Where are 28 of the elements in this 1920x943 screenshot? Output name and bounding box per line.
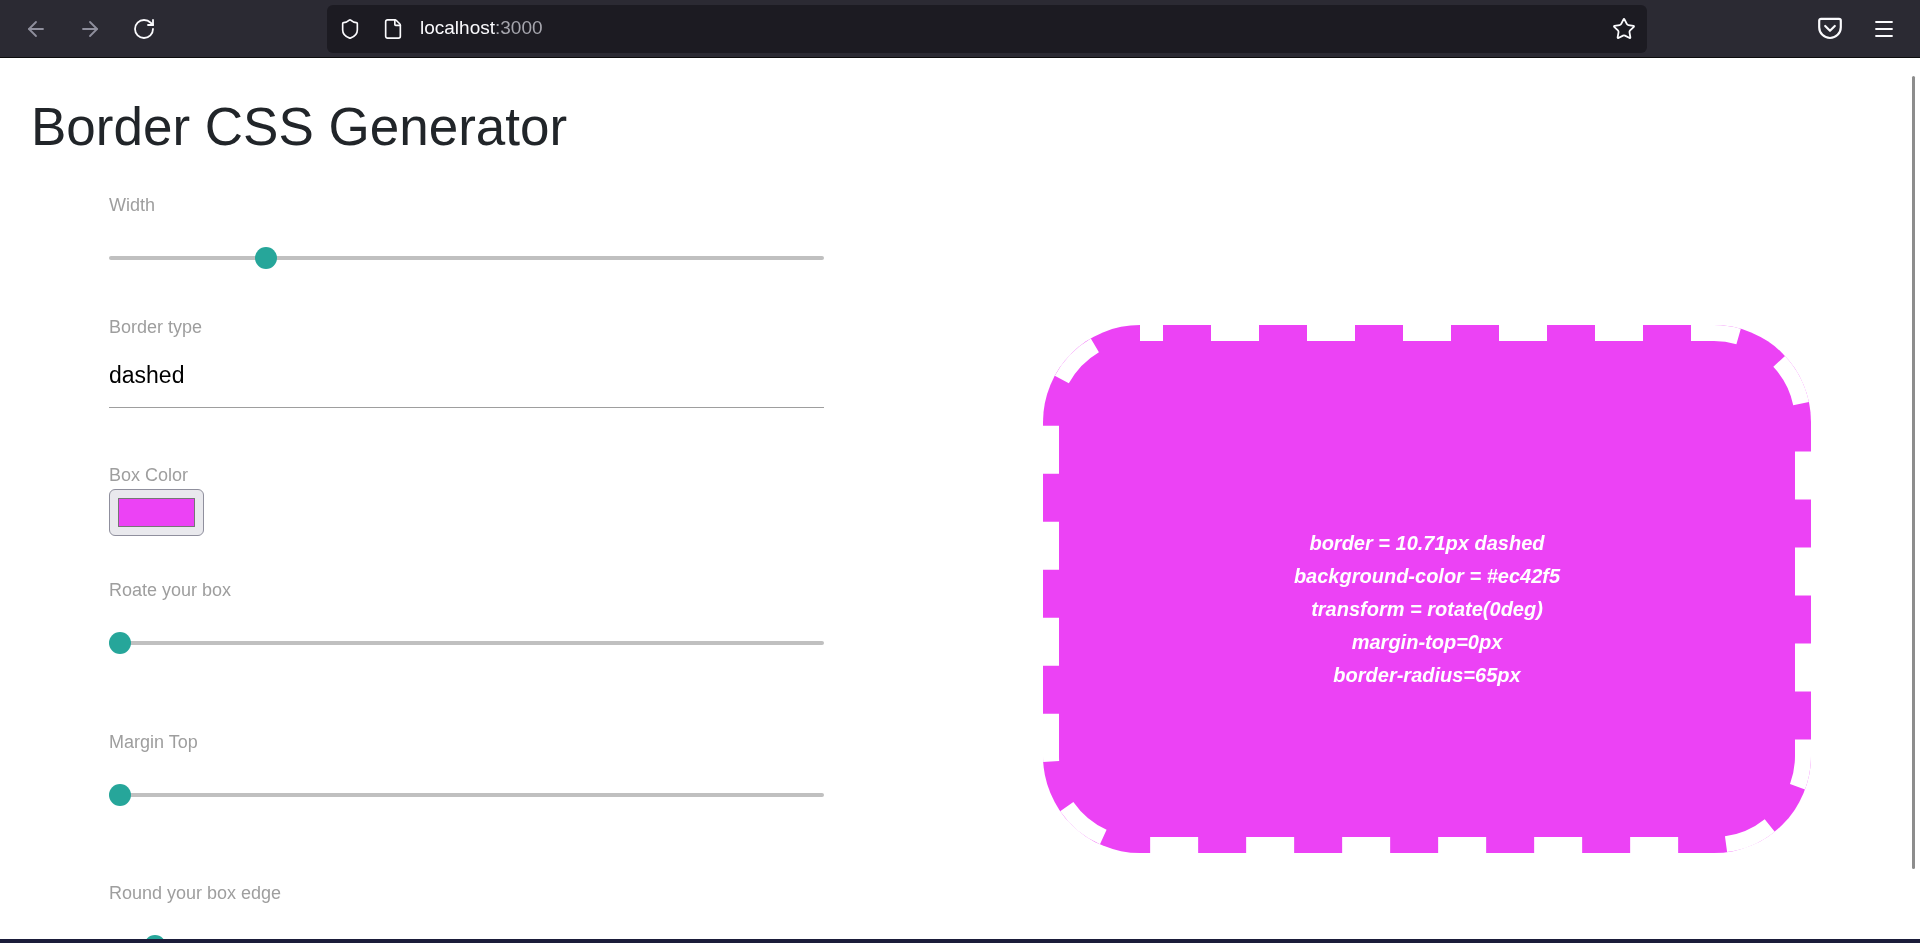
css-rule-text: border = 10.71px dashed — [1309, 530, 1545, 556]
slider-thumb[interactable] — [109, 632, 131, 654]
pouch-icon[interactable] — [1818, 16, 1842, 41]
css-rule-text: border-radius=65px — [1333, 662, 1521, 688]
field-label: Margin Top — [109, 731, 199, 754]
css-rule-text: transform = rotate(0deg) — [1311, 596, 1543, 622]
field-label: Border type — [109, 316, 204, 339]
scrollbar-thumb[interactable] — [1912, 76, 1915, 869]
text-field[interactable]: dashed — [109, 344, 824, 408]
field-label: Box Color — [109, 464, 190, 487]
reload-icon[interactable] — [132, 16, 156, 41]
slider-thumb[interactable] — [254, 247, 277, 269]
slider-thumb[interactable] — [109, 784, 131, 806]
url-text[interactable]: localhost:3000 — [420, 14, 543, 43]
slider-track[interactable] — [109, 247, 824, 269]
page-icon[interactable] — [382, 17, 404, 40]
shield-icon[interactable] — [339, 17, 361, 40]
field-label: Round your box edge — [109, 882, 283, 905]
css-rule-text: margin-top=0px — [1351, 629, 1503, 655]
field-label: Roate your box — [109, 579, 233, 602]
page-title: Border CSS Generator — [30, 96, 569, 158]
color-picker[interactable] — [109, 489, 204, 536]
slider-track[interactable] — [109, 632, 824, 654]
slider-track[interactable] — [109, 784, 824, 806]
field-label: Width — [109, 194, 156, 217]
address-bar[interactable]: localhost:3000 — [327, 4, 1647, 53]
star-icon[interactable] — [1612, 16, 1636, 41]
css-rule-text: background-color = #ec42f5 — [1293, 563, 1561, 589]
